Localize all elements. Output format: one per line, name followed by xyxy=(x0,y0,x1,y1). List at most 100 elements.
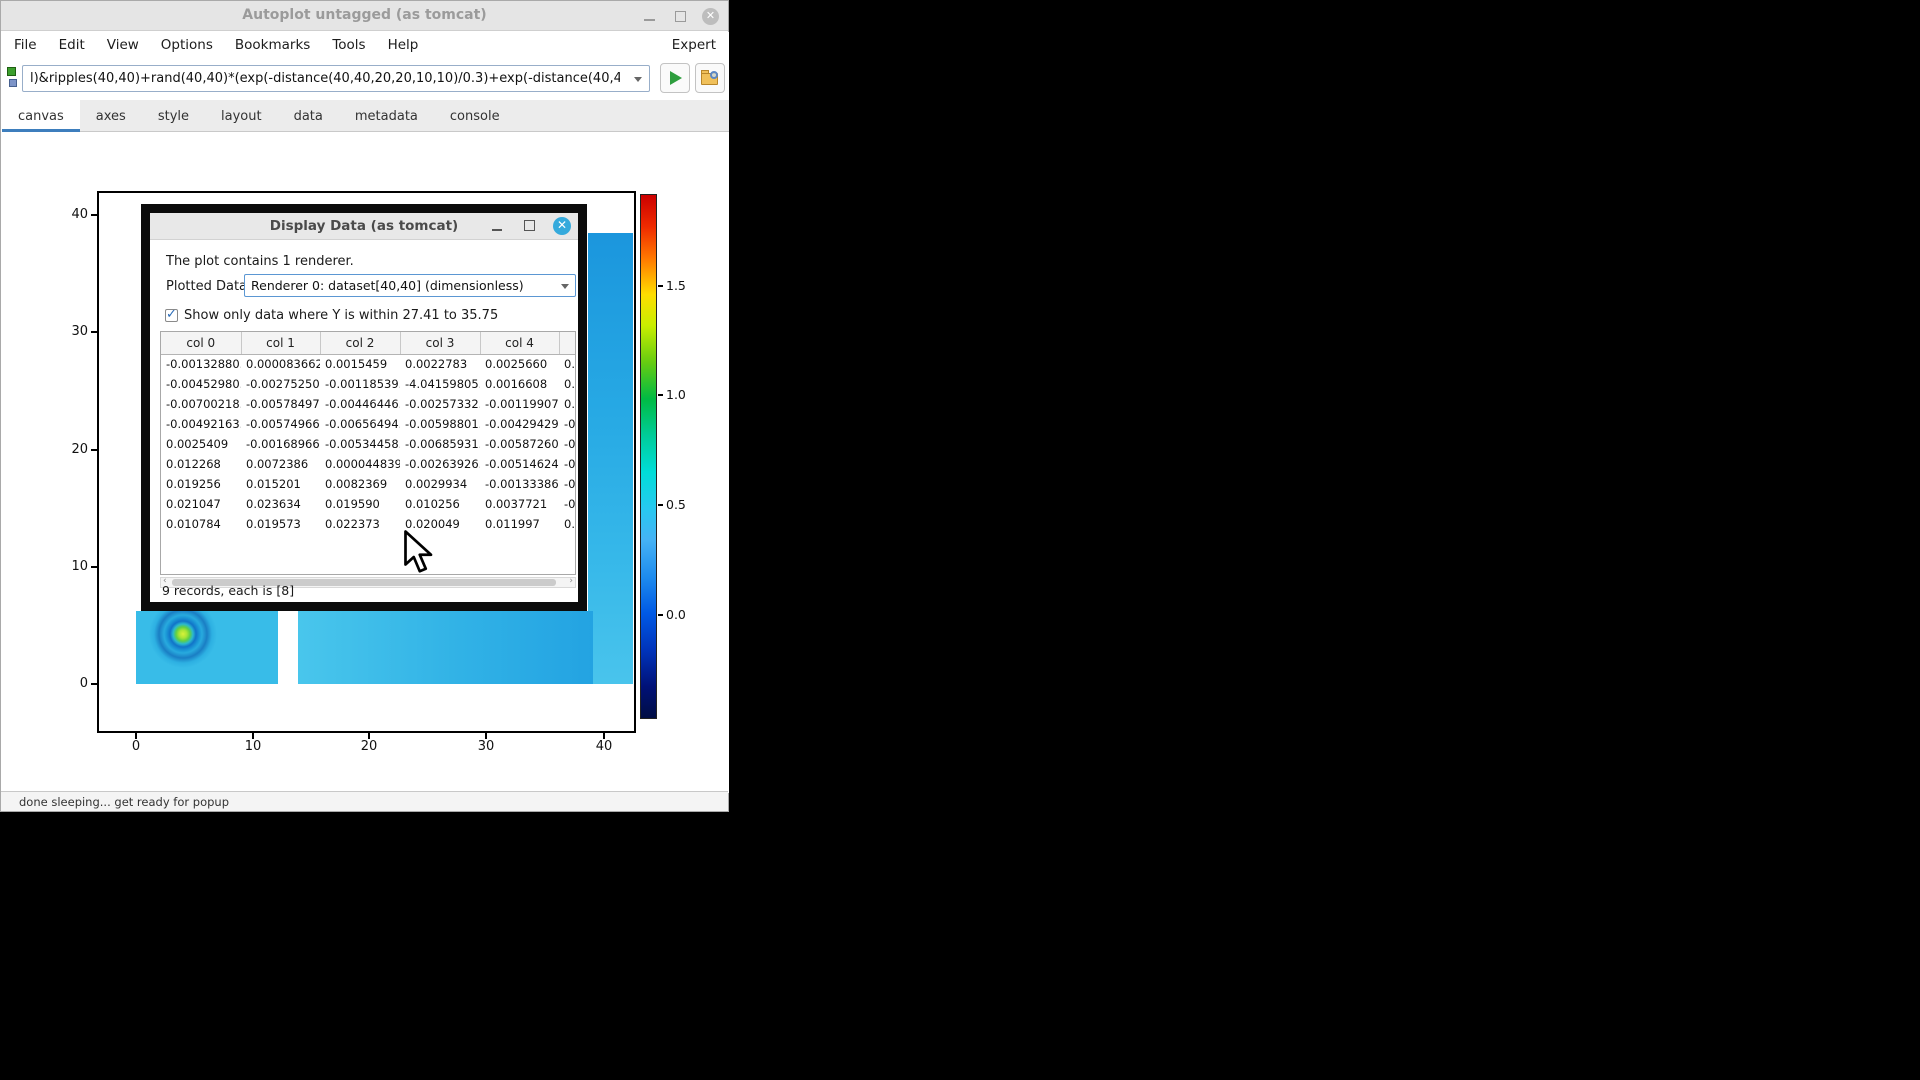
y-tick-label: 40 xyxy=(58,207,88,222)
scroll-right-icon[interactable]: › xyxy=(569,576,573,586)
table-cell: 0.010256 xyxy=(400,494,480,514)
table-cell: -0.00685931... xyxy=(400,434,480,454)
window-title: Autoplot untagged (as tomcat) xyxy=(1,7,728,23)
menu-edit[interactable]: Edit xyxy=(59,37,85,53)
table-row[interactable]: 0.0025409-0.00168966...-0.00534458...-0.… xyxy=(161,434,576,454)
column-header[interactable]: col 4 xyxy=(480,332,559,354)
plotted-data-select[interactable]: Renderer 0: dataset[40,40] (dimensionles… xyxy=(244,274,576,297)
mouse-cursor-icon xyxy=(404,530,440,578)
maximize-button[interactable] xyxy=(672,8,689,25)
tab-strip: canvas axes style layout data metadata c… xyxy=(2,100,729,132)
y-tick xyxy=(91,331,97,333)
tab-data[interactable]: data xyxy=(278,100,339,132)
maximize-icon xyxy=(675,11,686,22)
table-cell: -0.00578497... xyxy=(241,394,320,414)
column-header[interactable]: col 3 xyxy=(400,332,480,354)
table-cell: -0.00452980... xyxy=(161,374,241,394)
table-row[interactable]: -0.00452980...-0.00275250...-0.00118539.… xyxy=(161,374,576,394)
tab-axes[interactable]: axes xyxy=(80,100,142,132)
colorbar[interactable] xyxy=(640,194,657,719)
y-tick xyxy=(91,566,97,568)
table-row[interactable]: -0.00132880...0.0000836620.00154590.0022… xyxy=(161,354,576,374)
table-cell: 0.00 xyxy=(559,374,576,394)
dialog-title: Display Data (as tomcat) xyxy=(150,218,578,234)
column-header[interactable]: col 0 xyxy=(161,332,241,354)
column-header[interactable]: col 1 xyxy=(241,332,320,354)
x-tick xyxy=(135,733,137,739)
column-header[interactable]: col 2 xyxy=(320,332,400,354)
table-row[interactable]: 0.0122680.00723860.000044839-0.00263926.… xyxy=(161,454,576,474)
x-tick xyxy=(485,733,487,739)
table-cell: 0.023634 xyxy=(241,494,320,514)
table-cell: -0.00429429... xyxy=(480,414,559,434)
tab-layout[interactable]: layout xyxy=(205,100,278,132)
close-icon: ✕ xyxy=(557,218,567,232)
status-bar: done sleeping... get ready for popup xyxy=(1,791,728,811)
uri-value: l)&ripples(40,40)+rand(40,40)*(exp(-dist… xyxy=(30,71,620,86)
close-button[interactable]: ✕ xyxy=(702,8,719,25)
dialog-maximize-button[interactable] xyxy=(522,218,538,234)
window-titlebar[interactable]: Autoplot untagged (as tomcat) ✕ xyxy=(1,1,728,31)
table-cell: -0.00514624... xyxy=(480,454,559,474)
chevron-down-icon[interactable] xyxy=(634,77,642,82)
minimize-button[interactable] xyxy=(641,8,658,25)
menu-tools[interactable]: Tools xyxy=(332,37,365,53)
minimize-icon xyxy=(492,229,502,231)
table-cell: 0.015201 xyxy=(241,474,320,494)
table-cell: -0.00587260... xyxy=(480,434,559,454)
tab-canvas[interactable]: canvas xyxy=(2,100,80,132)
data-table[interactable]: col 0col 1col 2col 3col 4 -0.00132880...… xyxy=(160,331,576,575)
table-cell: -0.00133386... xyxy=(480,474,559,494)
table-cell: 0.0072386 xyxy=(241,454,320,474)
menu-view[interactable]: View xyxy=(107,37,139,53)
table-cell: 0.010784 xyxy=(161,514,241,534)
tab-console[interactable]: console xyxy=(434,100,516,132)
table-cell: -0.00656494... xyxy=(320,414,400,434)
table-cell: 0.0025409 xyxy=(161,434,241,454)
menu-file[interactable]: File xyxy=(14,37,37,53)
table-cell: -0.00700218... xyxy=(161,394,241,414)
table-cell: -0.0 xyxy=(559,454,576,474)
table-cell: -0.00574966... xyxy=(241,414,320,434)
table-row[interactable]: 0.0192560.0152010.00823690.0029934-0.001… xyxy=(161,474,576,494)
table-row[interactable]: 0.0107840.0195730.0223730.0200490.011997… xyxy=(161,514,576,534)
inspect-uri-button[interactable] xyxy=(695,63,725,93)
uri-input[interactable]: l)&ripples(40,40)+rand(40,40)*(exp(-dist… xyxy=(22,65,650,92)
x-tick-label: 40 xyxy=(584,739,624,754)
tab-style[interactable]: style xyxy=(142,100,205,132)
menu-options[interactable]: Options xyxy=(161,37,213,53)
checkmark-icon: ✓ xyxy=(166,307,177,322)
table-header-row: col 0col 1col 2col 3col 4 xyxy=(161,332,576,354)
y-tick-label: 30 xyxy=(58,324,88,339)
table-cell: 0.022373 xyxy=(320,514,400,534)
table-cell: -4.04159805... xyxy=(400,374,480,394)
expert-mode-label[interactable]: Expert xyxy=(672,37,716,53)
plot-go-button[interactable] xyxy=(660,63,690,93)
menu-bookmarks[interactable]: Bookmarks xyxy=(235,37,310,53)
colorbar-tick-label: 0.0 xyxy=(666,607,686,622)
table-cell: -0.00118539... xyxy=(320,374,400,394)
magnifier-icon xyxy=(710,71,718,79)
column-header[interactable] xyxy=(559,332,576,354)
table-cell: -0.00275250... xyxy=(241,374,320,394)
table-cell: 0.000083662 xyxy=(241,354,320,374)
table-cell: -0.00446446... xyxy=(320,394,400,414)
table-row[interactable]: 0.0210470.0236340.0195900.0102560.003772… xyxy=(161,494,576,514)
table-cell: -0.00598801... xyxy=(400,414,480,434)
dialog-titlebar[interactable]: Display Data (as tomcat) ✕ xyxy=(150,213,578,240)
chevron-down-icon xyxy=(561,284,569,289)
table-row[interactable]: -0.00492163...-0.00574966...-0.00656494.… xyxy=(161,414,576,434)
uri-toolbar: l)&ripples(40,40)+rand(40,40)*(exp(-dist… xyxy=(2,58,729,100)
filter-checkbox[interactable]: ✓ xyxy=(165,309,178,322)
table-row[interactable]: -0.00700218...-0.00578497...-0.00446446.… xyxy=(161,394,576,414)
table-cell: -0.00534458... xyxy=(320,434,400,454)
x-tick-label: 20 xyxy=(349,739,389,754)
table-cell: 0.0037721 xyxy=(480,494,559,514)
table-cell: 0.0015459 xyxy=(320,354,400,374)
x-tick xyxy=(252,733,254,739)
dialog-minimize-button[interactable] xyxy=(490,218,506,234)
tab-metadata[interactable]: metadata xyxy=(339,100,434,132)
menu-help[interactable]: Help xyxy=(388,37,419,53)
table-cell: -0.00168966... xyxy=(241,434,320,454)
dialog-close-button[interactable]: ✕ xyxy=(553,217,571,235)
